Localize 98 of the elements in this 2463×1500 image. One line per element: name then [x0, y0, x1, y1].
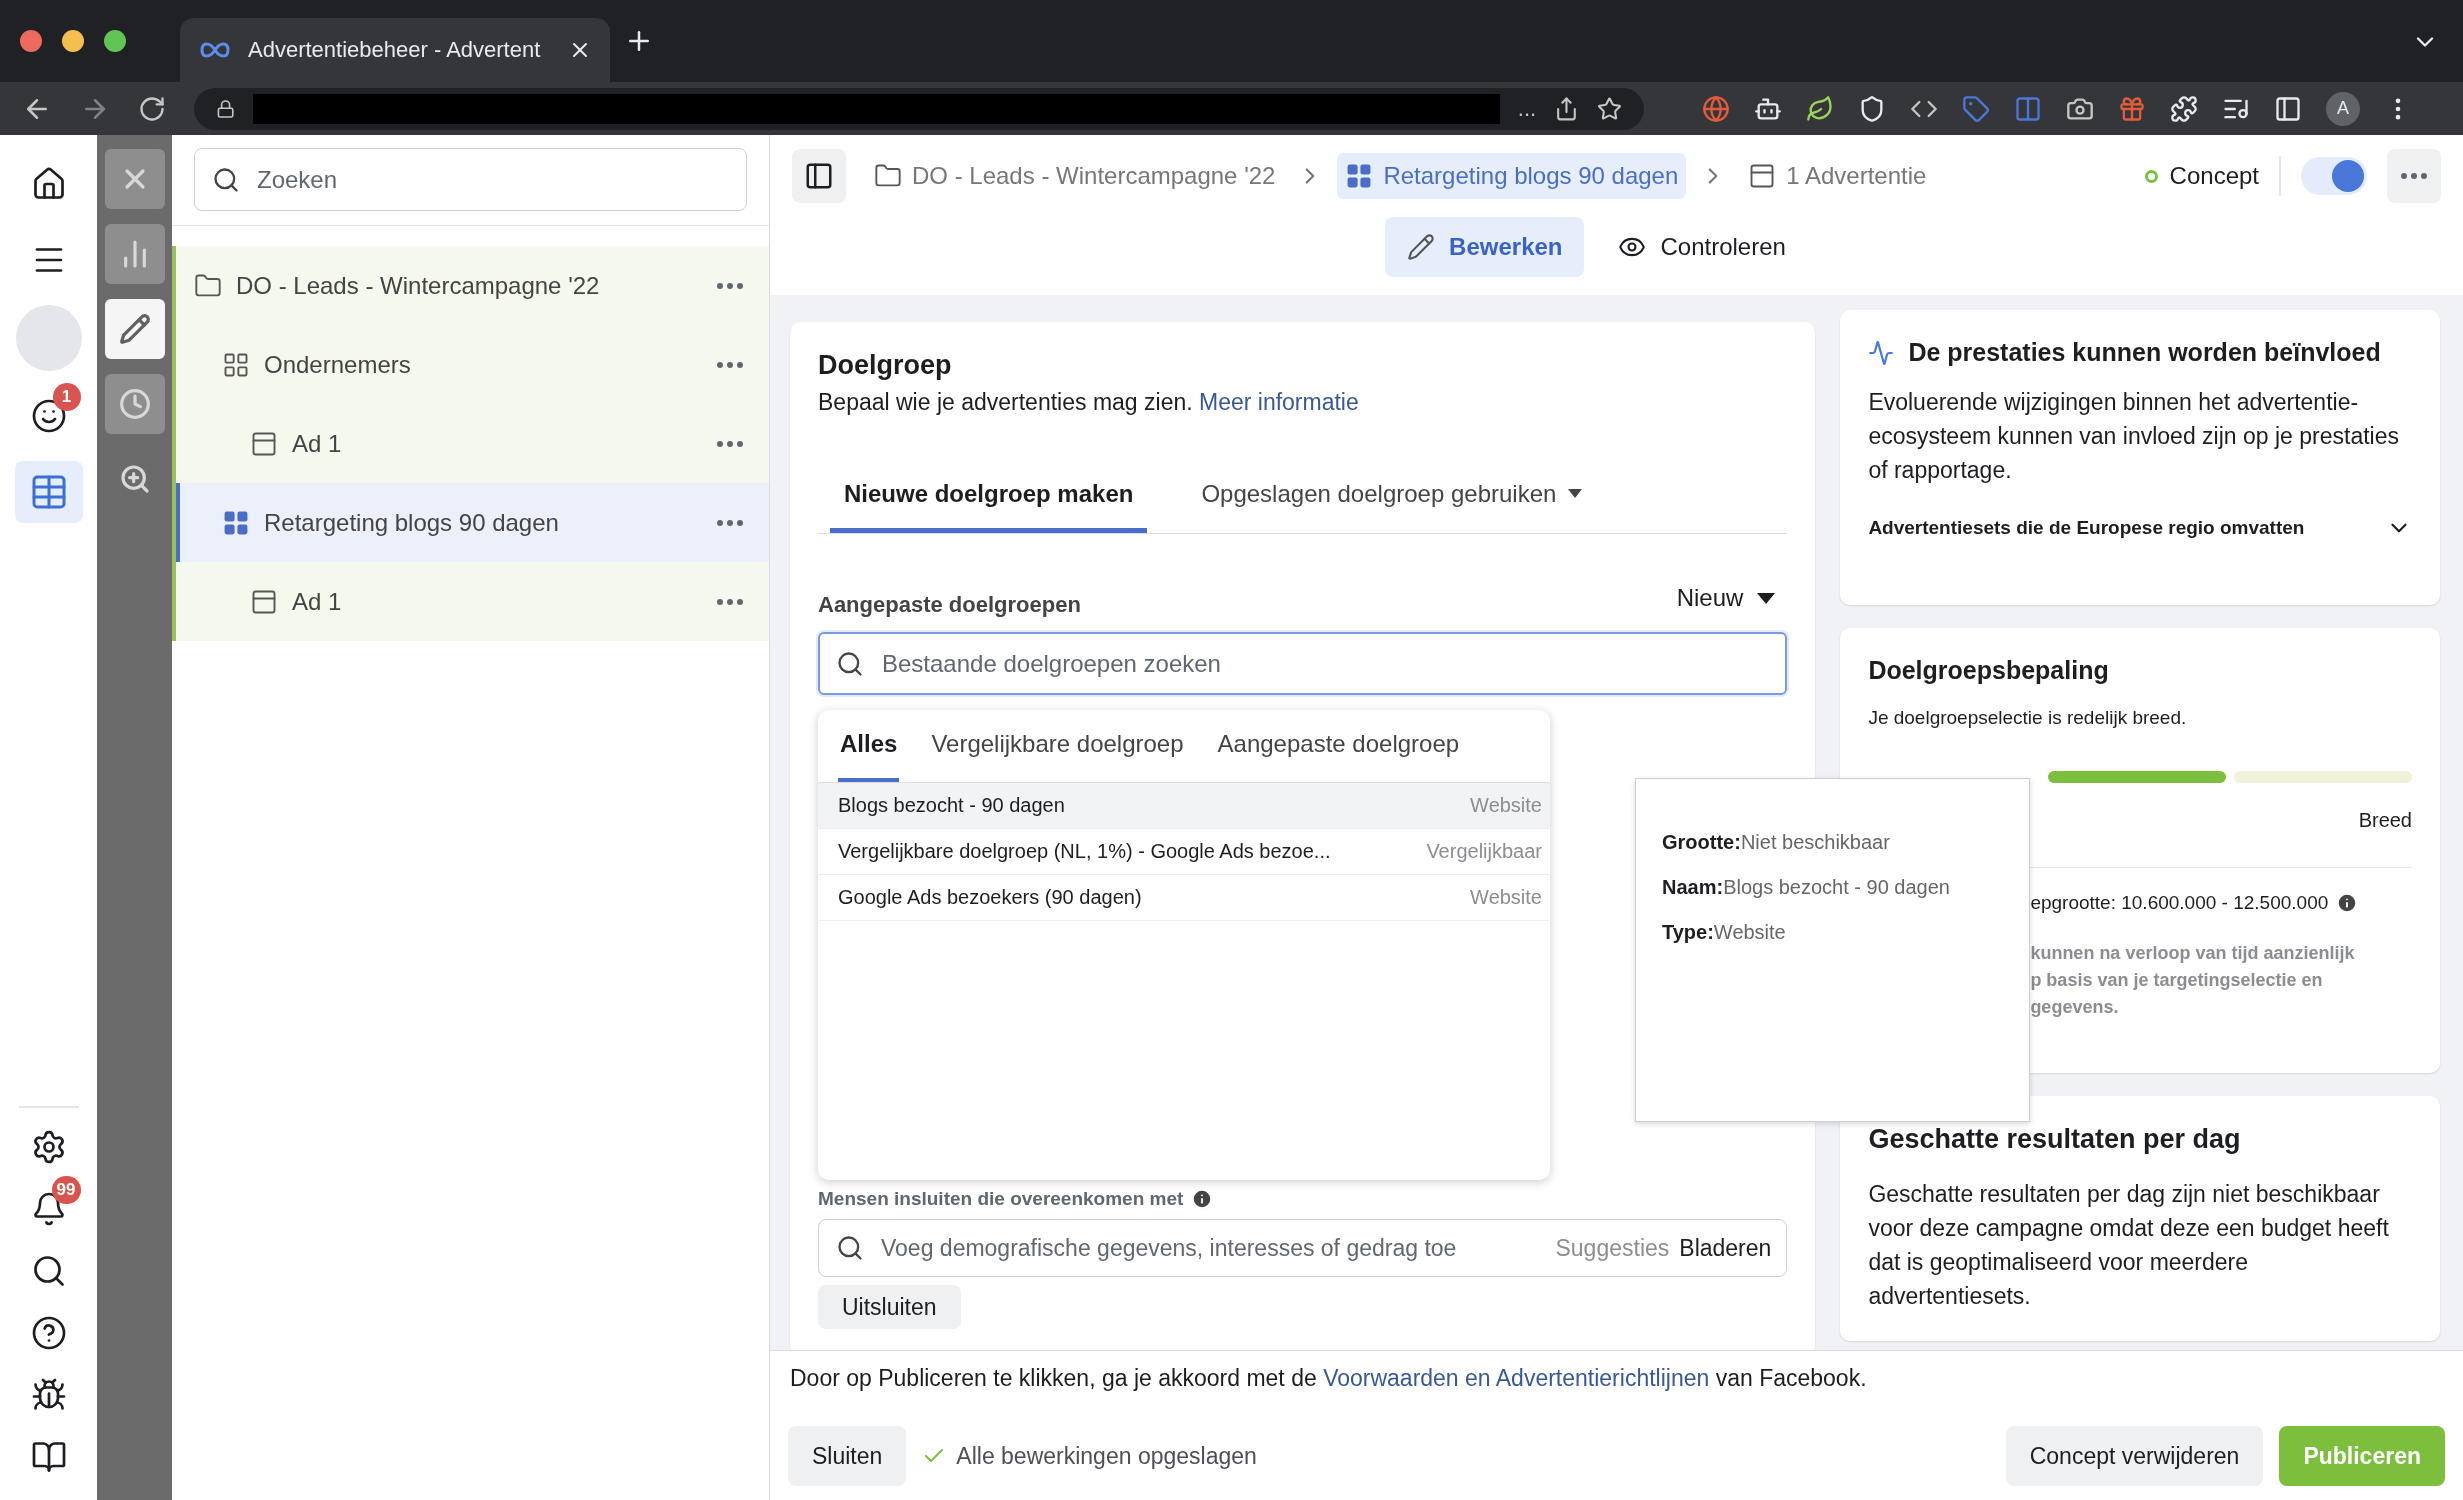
audience-size: epgrootte: 10.600.000 - 12.500.000 — [2030, 891, 2329, 915]
clock-icon — [118, 388, 151, 420]
field-label: Aangepaste doelgroepen — [818, 592, 1081, 618]
sidebar-icon — [804, 161, 834, 191]
close-button[interactable]: Sluiten — [788, 1426, 907, 1486]
search-field[interactable]: Zoeken — [194, 148, 747, 211]
card-title: Doelgroepsbepaling — [1868, 656, 2110, 685]
zoom-icon — [118, 463, 151, 495]
close-window-button[interactable] — [20, 30, 42, 52]
saved-status: Alle bewerkingen opgeslagen — [922, 1442, 1257, 1470]
audience-type: Website — [1470, 794, 1542, 817]
browser-tab[interactable]: Advertentiebeheer - Advertent — [180, 18, 610, 82]
info-icon — [1191, 1188, 1214, 1210]
breadcrumb[interactable]: Retargeting blogs 90 dagen — [1337, 153, 1687, 199]
pencil-icon — [118, 313, 151, 345]
reload-icon[interactable] — [138, 94, 166, 123]
dropdown-tab[interactable]: Aangepaste doelgroep — [1215, 710, 1462, 782]
caret-icon — [1568, 489, 1583, 498]
more-button[interactable] — [2387, 149, 2441, 203]
tooltip-line: Grootte:Niet beschikbaar — [1662, 831, 1891, 854]
address-bar[interactable]: ... — [194, 87, 1644, 130]
dropdown-tab[interactable]: Vergelijkbare doelgroep — [929, 710, 1186, 782]
tree-item[interactable]: Retargeting blogs 90 dagen — [176, 483, 769, 562]
notification-badge: 1 — [52, 383, 81, 411]
info-icon — [2336, 892, 2359, 914]
breadcrumb[interactable]: DO - Leads - Wintercampagne '22 — [866, 153, 1284, 199]
mode-tab[interactable]: Controleren — [1596, 217, 1808, 277]
more-icon — [717, 361, 743, 368]
exclude-button[interactable]: Uitsluiten — [818, 1285, 961, 1329]
more-icon — [717, 519, 743, 526]
bell-button[interactable]: 99 — [14, 1178, 83, 1240]
minimize-window-button[interactable] — [62, 30, 84, 52]
pencil-icon — [1407, 233, 1436, 261]
browse-button[interactable]: Bladeren — [1679, 1234, 1772, 1262]
new-button[interactable]: Nieuw — [1664, 584, 1788, 618]
toggle-switch[interactable] — [2301, 157, 2367, 195]
caret-icon — [1757, 592, 1776, 604]
terms-link[interactable]: Voorwaarden en Advertentierichtlijnen — [1323, 1365, 1710, 1391]
infinity-logo-icon — [198, 40, 232, 60]
audience-name: Blogs bezocht - 90 dagen — [838, 794, 1065, 817]
status-label: Concept — [2144, 162, 2259, 190]
audience-type: Website — [1470, 886, 1542, 909]
profile-avatar[interactable]: A — [2326, 91, 2360, 126]
book-icon — [30, 1439, 67, 1475]
card-text: Je doelgroepselectie is redelijk breed. — [1868, 706, 2188, 730]
sidebar-toggle-button[interactable] — [792, 149, 846, 203]
extension-icon[interactable] — [1806, 94, 1834, 123]
field-label: Mensen insluiten die overeenkomen met — [818, 1187, 1184, 1211]
tree-item[interactable]: Ad 1 — [176, 404, 769, 483]
audience-name: Google Ads bezoekers (90 dagen) — [838, 886, 1142, 909]
tree-item[interactable]: Ad 1 — [176, 562, 769, 641]
accordion-header[interactable]: Advertentiesets die de Europese regio omvatten — [1868, 515, 2412, 541]
audience-tab[interactable]: Nieuwe doelgroep maken — [830, 459, 1148, 533]
notification-badge: 99 — [51, 1176, 81, 1204]
breadcrumb[interactable]: 1 Advertentie — [1740, 153, 1935, 199]
delete-draft-button[interactable]: Concept verwijderen — [2005, 1426, 2264, 1486]
audience-tab[interactable]: Opgeslagen doelgroep gebruiken — [1187, 459, 1597, 533]
tree-item[interactable]: Ondernemers — [176, 325, 769, 404]
card-description: Bepaal wie je advertenties mag zien. Meer informatie — [818, 388, 1360, 417]
bookmark-star-icon[interactable] — [1597, 95, 1622, 122]
publish-notice: Door op Publiceren te klikken, ga je akkoord met de Voorwaarden en Advertentierichtlijnen van Facebook. — [789, 1365, 1868, 1392]
bug-icon — [30, 1377, 67, 1413]
url-ellipsis: ... — [1517, 95, 1537, 122]
note-line: p basis van je targetingselectie en — [2030, 969, 2323, 992]
extension-icon[interactable] — [2274, 94, 2302, 123]
pencil-button[interactable] — [104, 299, 165, 359]
more-icon — [717, 440, 743, 447]
maximize-window-button[interactable] — [104, 30, 126, 52]
help-icon — [30, 1315, 67, 1351]
more-icon — [2401, 173, 2427, 179]
audience-name: Vergelijkbare doelgroep (NL, 1%) - Google Ads bezoe... — [838, 840, 1331, 863]
more-info-link[interactable]: Meer informatie — [1199, 389, 1359, 415]
card-title: Doelgroep — [818, 350, 953, 381]
audience-option[interactable]: Blogs bezocht - 90 dagen Website — [818, 783, 1550, 829]
note-line: gegevens. — [2030, 996, 2119, 1019]
audience-type: Vergelijkbaar — [1426, 840, 1542, 863]
tree-item[interactable]: DO - Leads - Wintercampagne '22 — [176, 246, 769, 325]
tooltip-line: Type:Website — [1662, 921, 1787, 944]
meter-label: Breed — [2358, 808, 2412, 833]
card-title: De prestaties kunnen worden beïnvloed — [1908, 338, 2381, 367]
smiley-button[interactable]: 1 — [14, 385, 83, 447]
audience-search-field[interactable]: Bestaande doelgroepen zoeken — [818, 632, 1788, 695]
tooltip-line: Naam:Blogs bezocht - 90 dagen — [1662, 876, 1951, 899]
card-title: Geschatte resultaten per dag — [1868, 1124, 2242, 1155]
note-line: kunnen na verloop van tijd aanzienlijk — [2030, 942, 2355, 965]
close-button[interactable] — [104, 149, 165, 209]
card-text: Evoluerende wijzigingen binnen het advertentie-ecosysteem kunnen van invloed zijn op je prestaties of rapportage. — [1868, 388, 2400, 485]
audience-option[interactable]: Vergelijkbare doelgroep (NL, 1%) - Google Ads bezoe... Vergelijkbaar — [818, 829, 1550, 875]
table-button[interactable] — [14, 461, 83, 523]
card-text: Geschatte resultaten per dag zijn niet beschikbaar voor deze campagne omdat deze een budget heeft dat is geoptimaliseerd voor meerdere advertentiesets. — [1868, 1180, 2390, 1311]
more-icon — [717, 282, 743, 289]
clock-button[interactable] — [104, 374, 165, 434]
more-icon — [717, 598, 743, 605]
trend-icon — [1868, 339, 1895, 366]
audience-option[interactable]: Google Ads bezoekers (90 dagen) Website — [818, 875, 1550, 921]
bar-chart-button[interactable] — [104, 224, 165, 284]
lock-icon — [216, 98, 236, 119]
mode-tab[interactable]: Bewerken — [1385, 217, 1585, 277]
